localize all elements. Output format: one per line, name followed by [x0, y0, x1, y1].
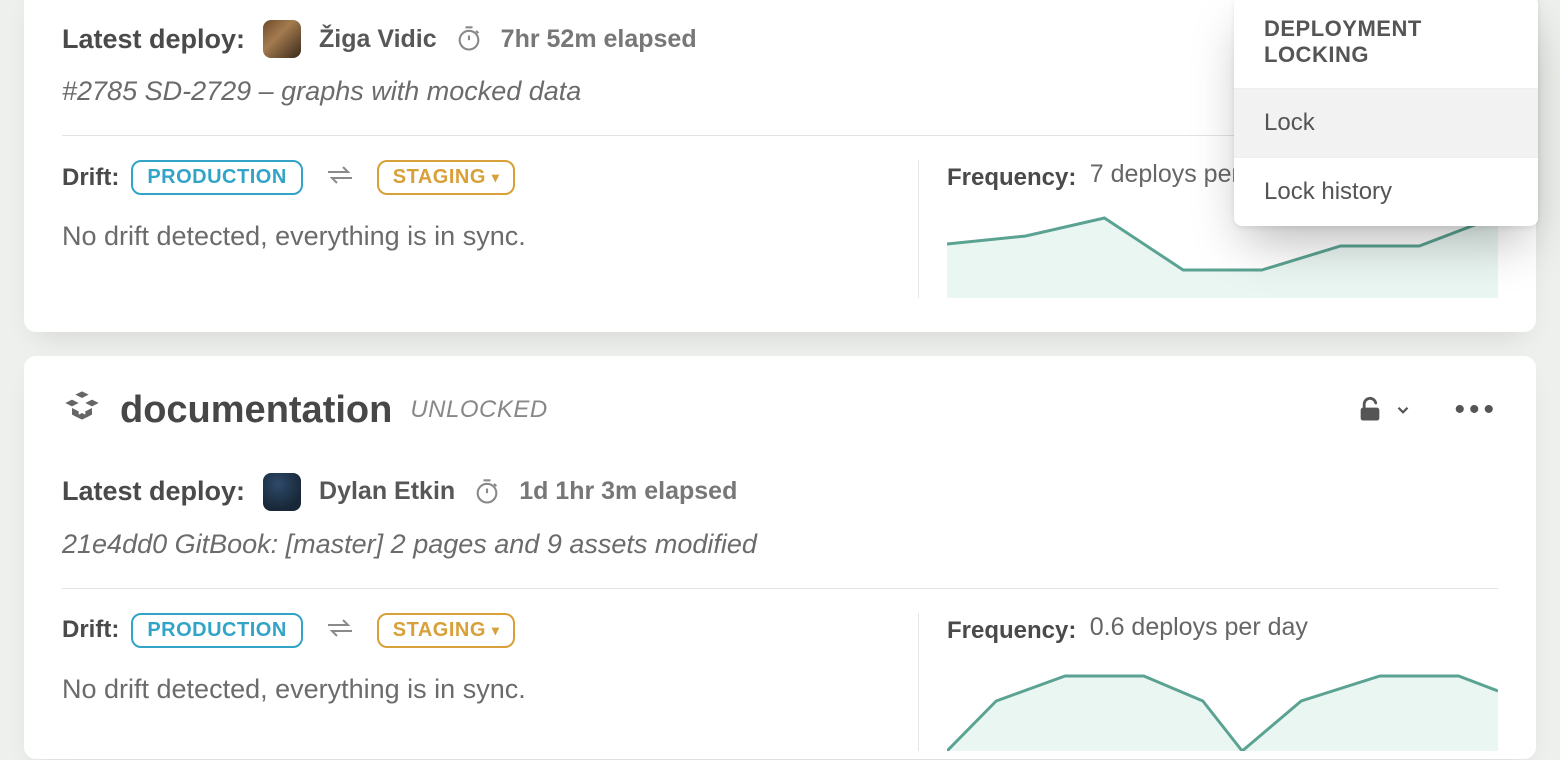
- popover-header: DEPLOYMENT LOCKING: [1234, 0, 1538, 89]
- unlock-icon: [1356, 396, 1384, 424]
- avatar: [263, 473, 301, 511]
- lock-dropdown[interactable]: [1356, 396, 1412, 424]
- drift-label: Drift:: [62, 164, 119, 192]
- deployer-name: Dylan Etkin: [319, 477, 455, 506]
- frequency-label: Frequency:: [947, 617, 1076, 645]
- lock-state-label: UNLOCKED: [410, 396, 547, 424]
- avatar: [263, 20, 301, 58]
- env-pill-label: STAGING: [393, 165, 486, 189]
- drift-message: No drift detected, everything is in sync…: [62, 674, 888, 705]
- stopwatch-icon: [473, 478, 501, 506]
- drift-label: Drift:: [62, 616, 119, 644]
- swap-icon: [325, 618, 355, 643]
- frequency-value: 0.6 deploys per day: [1090, 613, 1308, 641]
- project-name[interactable]: documentation: [120, 389, 392, 432]
- stopwatch-icon: [455, 25, 483, 53]
- env-pill-production[interactable]: PRODUCTION: [131, 613, 302, 648]
- latest-deploy-row: Latest deploy: Dylan Etkin 1d 1hr 3m ela…: [62, 473, 1498, 511]
- frequency-label: Frequency:: [947, 164, 1076, 192]
- commit-message: 21e4dd0 GitBook: [master] 2 pages and 9 …: [62, 529, 1498, 560]
- env-pill-label: PRODUCTION: [147, 618, 286, 642]
- chevron-down-icon: ▾: [492, 170, 500, 184]
- chevron-down-icon: ▾: [492, 623, 500, 637]
- popover-item-lock-history[interactable]: Lock history: [1234, 158, 1538, 226]
- env-pill-staging[interactable]: STAGING ▾: [377, 613, 516, 648]
- elapsed-time: 1d 1hr 3m elapsed: [519, 477, 737, 506]
- env-pill-label: STAGING: [393, 618, 486, 642]
- frequency-sparkline: [947, 661, 1498, 751]
- env-pill-staging[interactable]: STAGING ▾: [377, 160, 516, 195]
- more-menu-button[interactable]: •••: [1454, 393, 1498, 427]
- latest-deploy-label: Latest deploy:: [62, 24, 245, 55]
- env-pill-label: PRODUCTION: [147, 165, 286, 189]
- project-card: documentation UNLOCKED ••• Latest deploy…: [24, 356, 1536, 759]
- chevron-down-icon: [1394, 401, 1412, 419]
- swap-icon: [325, 165, 355, 190]
- deployer-name: Žiga Vidic: [319, 25, 437, 54]
- elapsed-time: 7hr 52m elapsed: [501, 25, 697, 54]
- env-pill-production[interactable]: PRODUCTION: [131, 160, 302, 195]
- popover-item-lock[interactable]: Lock: [1234, 89, 1538, 158]
- deployment-locking-popover: DEPLOYMENT LOCKING Lock Lock history: [1234, 0, 1538, 226]
- boxes-icon: [62, 388, 102, 433]
- latest-deploy-label: Latest deploy:: [62, 476, 245, 507]
- drift-message: No drift detected, everything is in sync…: [62, 221, 888, 252]
- divider: [62, 588, 1498, 589]
